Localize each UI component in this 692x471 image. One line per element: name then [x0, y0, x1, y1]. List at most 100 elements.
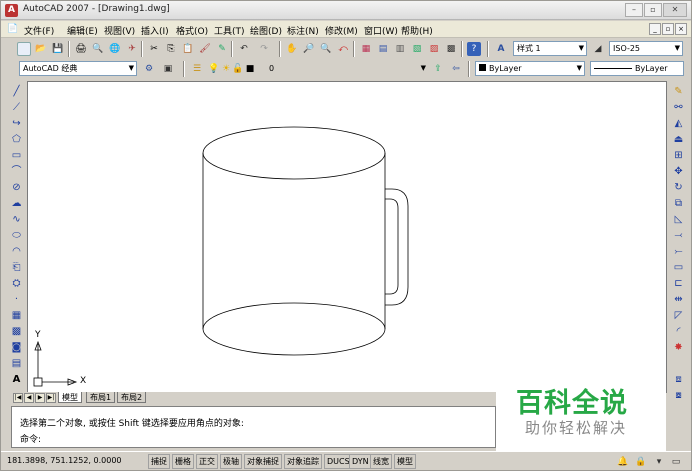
sheet-set-icon[interactable]: ▧ — [410, 42, 424, 56]
help-icon[interactable]: ? — [467, 42, 481, 56]
command-window[interactable]: 选择第二个对象, 或按住 Shift 键选择要应用角点的对象: 命令: — [11, 406, 496, 448]
publish-icon[interactable]: 🌐 — [108, 42, 122, 56]
line-icon[interactable]: ╱ — [9, 85, 24, 99]
open-icon[interactable]: 📂 — [34, 42, 48, 56]
draw-order-icon[interactable]: ⧈ — [671, 373, 686, 387]
layer-select[interactable]: 0 ▼ — [265, 61, 429, 76]
table-icon[interactable]: ▤ — [9, 357, 24, 371]
copy-object-icon[interactable]: ⚯ — [671, 101, 686, 115]
rotate-icon[interactable]: ↻ — [671, 181, 686, 195]
first-tab-button[interactable]: |◀ — [13, 393, 23, 403]
layer-previous-icon[interactable]: ⇦ — [449, 62, 463, 76]
rectangle-icon[interactable]: ▭ — [9, 149, 24, 163]
color-select[interactable]: ByLayer ▼ — [475, 61, 585, 76]
break-icon[interactable]: ⊏ — [671, 277, 686, 291]
dyn-toggle[interactable]: DYN — [349, 454, 372, 469]
mirror-icon[interactable]: ◭ — [671, 117, 686, 131]
menu-file[interactable]: 文件(F) — [24, 24, 54, 37]
close-button[interactable]: ✕ — [663, 3, 687, 17]
insert-block-icon[interactable]: ⎗ — [9, 261, 24, 275]
point-icon[interactable]: · — [9, 293, 24, 307]
drawing-canvas[interactable]: Y X — [27, 81, 667, 393]
offset-icon[interactable]: ⏏ — [671, 133, 686, 147]
extend-icon[interactable]: ⤚ — [671, 245, 686, 259]
tab-model[interactable]: 模型 — [58, 392, 82, 403]
make-current-layer-icon[interactable]: ⇪ — [431, 62, 445, 76]
break-at-point-icon[interactable]: ▭ — [671, 261, 686, 275]
menu-format[interactable]: 格式(O) — [176, 24, 208, 37]
hatch-icon[interactable]: ▦ — [9, 309, 24, 323]
quickcalc-icon[interactable]: ▩ — [444, 42, 458, 56]
drawing-menu-icon[interactable]: 📄 — [7, 24, 18, 34]
stretch-icon[interactable]: ◺ — [671, 213, 686, 227]
osnap-toggle[interactable]: 对象捕捉 — [244, 454, 282, 469]
doc-close-button[interactable]: × — [675, 23, 687, 35]
paste-icon[interactable]: 📋 — [181, 42, 195, 56]
tab-layout1[interactable]: 布局1 — [86, 392, 116, 403]
scale-icon[interactable]: ⧉ — [671, 197, 686, 211]
menu-help[interactable]: 帮助(H) — [401, 24, 433, 37]
command-prompt[interactable]: 命令: — [20, 432, 41, 445]
polar-toggle[interactable]: 极轴 — [220, 454, 242, 469]
menu-draw[interactable]: 绘图(D) — [250, 24, 282, 37]
menu-dimension[interactable]: 标注(N) — [287, 24, 319, 37]
design-center-icon[interactable]: ▤ — [376, 42, 390, 56]
menu-insert[interactable]: 插入(I) — [141, 24, 169, 37]
text-to-front-icon[interactable]: ⧇ — [671, 389, 686, 403]
revision-cloud-icon[interactable]: ☁ — [9, 197, 24, 211]
pan-icon[interactable]: ✋ — [285, 42, 299, 56]
circle-icon[interactable]: ⊘ — [9, 181, 24, 195]
save-icon[interactable]: 💾 — [51, 42, 65, 56]
communication-center-icon[interactable]: 🔔 — [616, 455, 630, 469]
construction-line-icon[interactable]: ⟋ — [9, 101, 24, 115]
array-icon[interactable]: ⊞ — [671, 149, 686, 163]
maximize-button[interactable]: ▫ — [644, 3, 662, 17]
undo-icon[interactable]: ↶ — [237, 42, 251, 56]
prev-tab-button[interactable]: ◀ — [24, 393, 34, 403]
linetype-select[interactable]: ByLayer — [590, 61, 684, 76]
doc-minimize-button[interactable]: _ — [649, 23, 661, 35]
match-properties-icon[interactable]: 🖌 — [198, 42, 212, 56]
cut-icon[interactable]: ✂ — [147, 42, 161, 56]
otrack-toggle[interactable]: 对象追踪 — [284, 454, 322, 469]
erase-icon[interactable]: ✎ — [671, 85, 686, 99]
layer-manager-icon[interactable]: ☰ — [190, 62, 204, 76]
spline-icon[interactable]: ∿ — [9, 213, 24, 227]
gradient-icon[interactable]: ▩ — [9, 325, 24, 339]
etransmit-icon[interactable]: ✈ — [125, 42, 139, 56]
plot-preview-icon[interactable]: 🔍 — [91, 42, 105, 56]
menu-view[interactable]: 视图(V) — [104, 24, 135, 37]
menu-window[interactable]: 窗口(W) — [364, 24, 398, 37]
status-menu-icon[interactable]: ▾ — [652, 455, 666, 469]
menu-modify[interactable]: 修改(M) — [325, 24, 358, 37]
doc-restore-button[interactable]: ▫ — [662, 23, 674, 35]
copy-icon[interactable]: ⎘ — [164, 42, 178, 56]
next-tab-button[interactable]: ▶ — [35, 393, 45, 403]
new-icon[interactable] — [17, 42, 31, 56]
print-icon[interactable]: 🖨 — [74, 42, 88, 56]
make-block-icon[interactable]: ⛭ — [9, 277, 24, 291]
text-style-select[interactable]: 样式 1 ▼ — [513, 41, 587, 56]
markup-icon[interactable]: ▨ — [427, 42, 441, 56]
multiline-text-icon[interactable]: A — [9, 373, 24, 387]
save-workspace-icon[interactable]: ▣ — [161, 62, 175, 76]
model-toggle[interactable]: 模型 — [394, 454, 416, 469]
tab-layout2[interactable]: 布局2 — [117, 392, 147, 403]
arc-icon[interactable]: ⌒ — [9, 165, 24, 179]
ellipse-arc-icon[interactable]: ◠ — [9, 245, 24, 259]
ellipse-icon[interactable]: ⬭ — [9, 229, 24, 243]
zoom-realtime-icon[interactable]: 🔎 — [302, 42, 316, 56]
workspace-settings-icon[interactable]: ⚙ — [142, 62, 156, 76]
redo-icon[interactable]: ↷ — [257, 42, 271, 56]
menu-edit[interactable]: 编辑(E) — [67, 24, 98, 37]
lineweight-toggle[interactable]: 线宽 — [370, 454, 392, 469]
region-icon[interactable]: ◙ — [9, 341, 24, 355]
grid-toggle[interactable]: 栅格 — [172, 454, 194, 469]
explode-icon[interactable]: ✸ — [671, 341, 686, 355]
snap-toggle[interactable]: 捕捉 — [148, 454, 170, 469]
last-tab-button[interactable]: ▶| — [46, 393, 56, 403]
fillet-icon[interactable]: ◜ — [671, 325, 686, 339]
trim-icon[interactable]: ⤙ — [671, 229, 686, 243]
block-editor-icon[interactable]: ✎ — [215, 42, 229, 56]
tool-palettes-icon[interactable]: ▥ — [393, 42, 407, 56]
